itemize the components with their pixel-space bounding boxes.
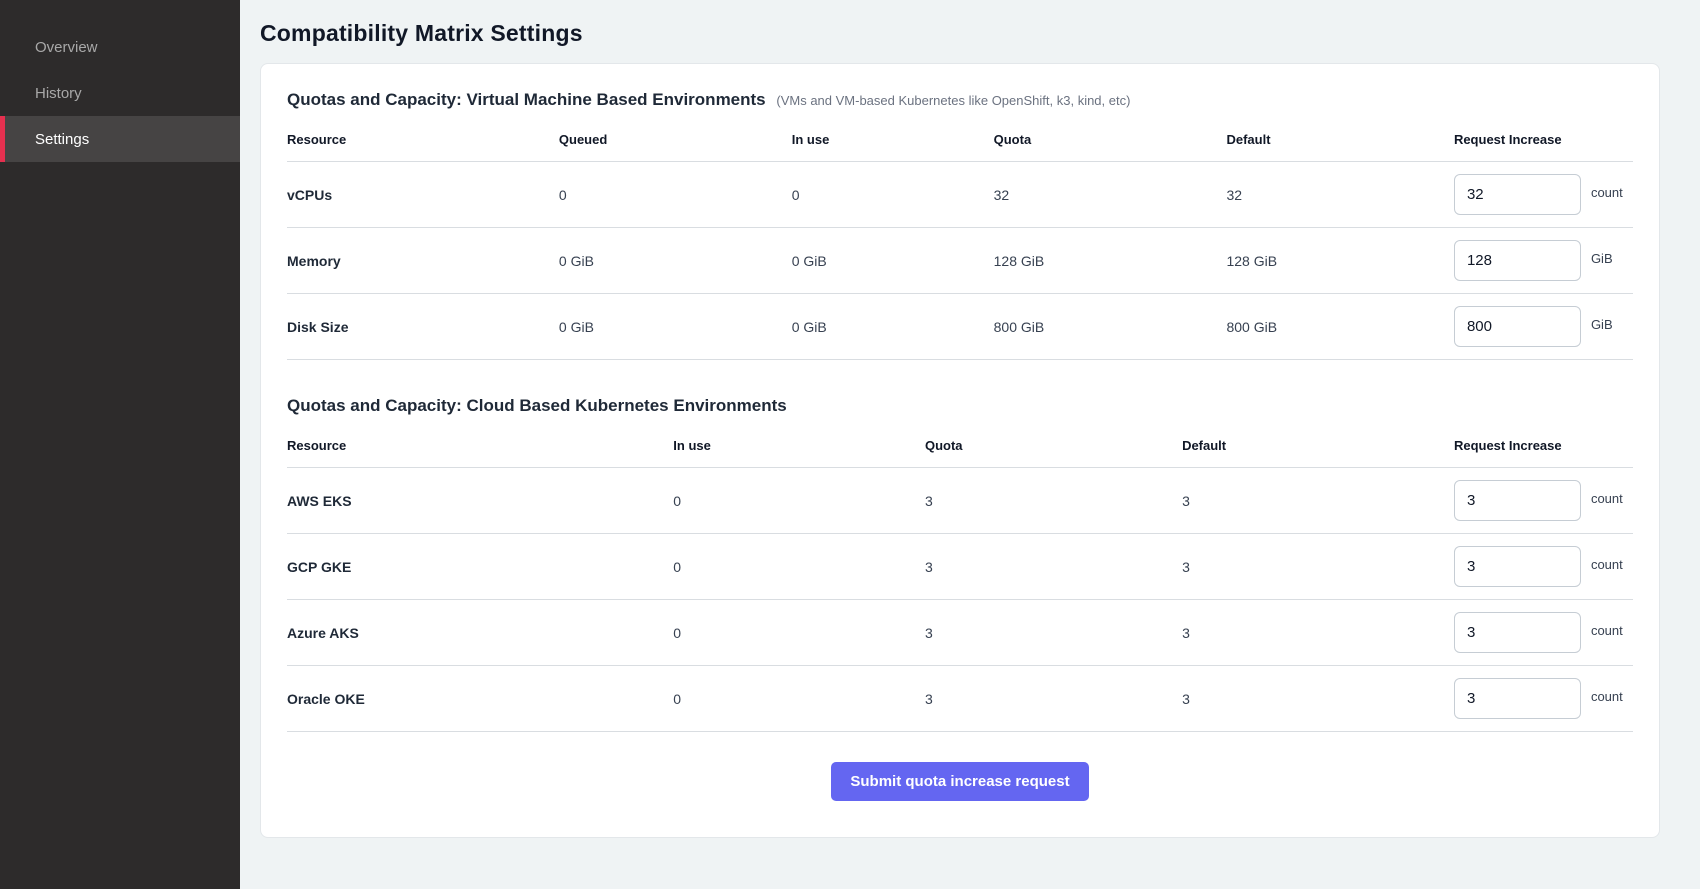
table-row-azure-aks: Azure AKS 0 3 3 count (287, 600, 1633, 666)
page-title: Compatibility Matrix Settings (260, 20, 1660, 47)
resource-label: Disk Size (287, 297, 559, 357)
request-increase-cell: count (1454, 534, 1633, 599)
table-row-aws-eks: AWS EKS 0 3 3 count (287, 468, 1633, 534)
cloud-quota-table: Resource In use Quota Default Request In… (287, 432, 1633, 732)
quota-value: 3 (925, 669, 1182, 729)
request-increase-cell: count (1454, 600, 1633, 665)
resource-label: Memory (287, 231, 559, 291)
queued-value: 0 (559, 165, 792, 225)
unit-label: count (1591, 491, 1623, 506)
column-header-in-use: In use (792, 126, 994, 161)
unit-label: count (1591, 557, 1623, 572)
quota-value: 128 GiB (994, 231, 1227, 291)
submit-row: Submit quota increase request (287, 732, 1633, 815)
resource-label: vCPUs (287, 165, 559, 225)
cloud-table-header-row: Resource In use Quota Default Request In… (287, 432, 1633, 468)
table-row-gcp-gke: GCP GKE 0 3 3 count (287, 534, 1633, 600)
unit-label: count (1591, 185, 1623, 200)
disk-size-request-input[interactable] (1454, 306, 1581, 347)
column-header-queued: Queued (559, 126, 792, 161)
unit-label: count (1591, 689, 1623, 704)
column-header-in-use: In use (673, 432, 925, 467)
memory-request-input[interactable] (1454, 240, 1581, 281)
default-value: 3 (1182, 603, 1454, 663)
default-value: 800 GiB (1226, 297, 1453, 357)
table-row-memory: Memory 0 GiB 0 GiB 128 GiB 128 GiB GiB (287, 228, 1633, 294)
request-increase-cell: GiB (1454, 294, 1633, 359)
queued-value: 0 GiB (559, 297, 792, 357)
aws-eks-request-input[interactable] (1454, 480, 1581, 521)
sidebar-item-history[interactable]: History (0, 70, 240, 116)
unit-label: GiB (1591, 317, 1613, 332)
submit-quota-increase-button[interactable]: Submit quota increase request (831, 762, 1088, 801)
default-value: 32 (1226, 165, 1453, 225)
vm-section-title: Quotas and Capacity: Virtual Machine Bas… (287, 90, 1633, 110)
quota-value: 3 (925, 471, 1182, 531)
quotas-card: Quotas and Capacity: Virtual Machine Bas… (260, 63, 1660, 838)
main-content: Compatibility Matrix Settings Quotas and… (240, 0, 1700, 889)
column-header-resource: Resource (287, 432, 673, 467)
unit-label: GiB (1591, 251, 1613, 266)
resource-label: AWS EKS (287, 471, 673, 531)
in-use-value: 0 (673, 537, 925, 597)
app-root: Overview History Settings Compatibility … (0, 0, 1700, 889)
column-header-request-increase: Request Increase (1454, 432, 1633, 467)
column-header-default: Default (1182, 432, 1454, 467)
request-increase-cell: GiB (1454, 228, 1633, 293)
in-use-value: 0 (673, 669, 925, 729)
column-header-request-increase: Request Increase (1454, 126, 1633, 161)
table-row-vcpus: vCPUs 0 0 32 32 count (287, 162, 1633, 228)
in-use-value: 0 GiB (792, 297, 994, 357)
in-use-value: 0 (792, 165, 994, 225)
table-row-disk-size: Disk Size 0 GiB 0 GiB 800 GiB 800 GiB Gi… (287, 294, 1633, 360)
vm-section-subtitle: (VMs and VM-based Kubernetes like OpenSh… (776, 93, 1130, 108)
in-use-value: 0 (673, 471, 925, 531)
quota-value: 32 (994, 165, 1227, 225)
column-header-quota: Quota (994, 126, 1227, 161)
quota-value: 3 (925, 603, 1182, 663)
oracle-oke-request-input[interactable] (1454, 678, 1581, 719)
cloud-section-title-text: Quotas and Capacity: Cloud Based Kuberne… (287, 396, 787, 415)
default-value: 3 (1182, 537, 1454, 597)
table-row-oracle-oke: Oracle OKE 0 3 3 count (287, 666, 1633, 732)
quota-value: 800 GiB (994, 297, 1227, 357)
cloud-section-title: Quotas and Capacity: Cloud Based Kuberne… (287, 396, 1633, 416)
default-value: 3 (1182, 471, 1454, 531)
sidebar-item-overview[interactable]: Overview (0, 24, 240, 70)
vm-section-title-text: Quotas and Capacity: Virtual Machine Bas… (287, 90, 766, 109)
request-increase-cell: count (1454, 468, 1633, 533)
vcpus-request-input[interactable] (1454, 174, 1581, 215)
resource-label: Oracle OKE (287, 669, 673, 729)
azure-aks-request-input[interactable] (1454, 612, 1581, 653)
column-header-default: Default (1226, 126, 1453, 161)
request-increase-cell: count (1454, 666, 1633, 731)
in-use-value: 0 GiB (792, 231, 994, 291)
sidebar: Overview History Settings (0, 0, 240, 889)
in-use-value: 0 (673, 603, 925, 663)
resource-label: GCP GKE (287, 537, 673, 597)
default-value: 128 GiB (1226, 231, 1453, 291)
unit-label: count (1591, 623, 1623, 638)
vm-quota-table: Resource Queued In use Quota Default Req… (287, 126, 1633, 360)
quota-value: 3 (925, 537, 1182, 597)
gcp-gke-request-input[interactable] (1454, 546, 1581, 587)
sidebar-item-settings[interactable]: Settings (0, 116, 240, 162)
request-increase-cell: count (1454, 162, 1633, 227)
column-header-resource: Resource (287, 126, 559, 161)
default-value: 3 (1182, 669, 1454, 729)
resource-label: Azure AKS (287, 603, 673, 663)
queued-value: 0 GiB (559, 231, 792, 291)
vm-table-header-row: Resource Queued In use Quota Default Req… (287, 126, 1633, 162)
column-header-quota: Quota (925, 432, 1182, 467)
